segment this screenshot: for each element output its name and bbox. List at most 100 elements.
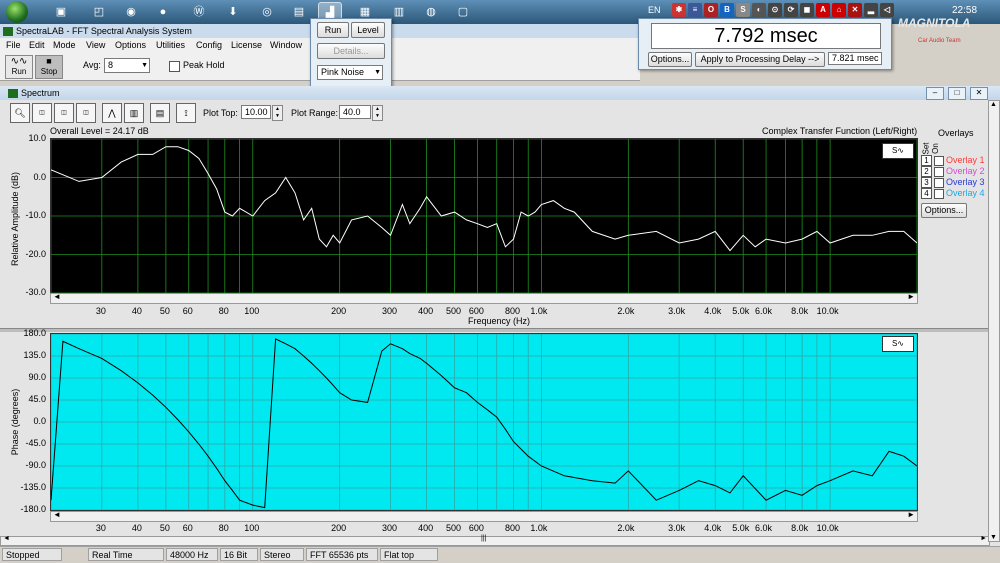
language-indicator[interactable]: EN [648,5,661,15]
menu-file[interactable]: File [6,38,21,52]
generator-panel: Run Level Details... Pink Noise ▼ [310,18,392,88]
scroll-left-icon[interactable]: ◄ [53,292,61,301]
menu-window[interactable]: Window [270,38,302,52]
chrome-icon[interactable]: ◉ [120,2,142,22]
volume-icon[interactable]: ◐ [752,3,766,17]
phase-trace-icon[interactable]: S∿ [882,336,914,352]
plot-range-input[interactable]: 40.0 [339,105,371,119]
menu-license[interactable]: License [231,38,262,52]
menu-view[interactable]: View [86,38,105,52]
scroll-up-icon[interactable]: ▲ [990,101,997,108]
apply-delay-button[interactable]: Apply to Processing Delay --> [695,52,825,67]
scroll-right-icon[interactable]: ► [907,510,915,519]
windows-icon[interactable]: ◰ [88,2,110,22]
start-button[interactable] [6,1,28,23]
zoom-icon[interactable]: 🔍︎ [10,103,30,123]
firefox-icon[interactable]: ◍ [420,2,442,22]
spectrum-window: Spectrum – □ ✕ 🔍︎ ◫ ◫ ◫ ⋀ ▥ ▤ ⟟ Plot Top… [0,86,1000,546]
peak-hold-checkbox[interactable] [169,61,180,72]
phase-plot[interactable] [50,333,918,511]
speaker-icon[interactable]: ◁ [880,3,894,17]
antivirus-icon[interactable]: ✱ [672,3,686,17]
media-icon[interactable]: ● [152,2,174,22]
scroll-left-icon[interactable]: ◄ [53,510,61,519]
network-tray-icon[interactable]: ▂ [864,3,878,17]
applied-delay-field[interactable]: 7.821 msec [828,52,882,65]
overlay-options-button[interactable]: Options... [921,203,967,218]
menu-utilities[interactable]: Utilities [156,38,185,52]
phase-xtick: 500 [446,523,462,533]
overlay-set-3[interactable]: 3 [921,177,932,188]
delay-options-button[interactable]: Options... [648,52,692,67]
acrobat-icon[interactable]: ⌂ [832,3,846,17]
error-icon[interactable]: ✕ [848,3,862,17]
menu-options[interactable]: Options [115,38,146,52]
plot-top-input[interactable]: 10.00 [241,105,271,119]
pane-divider[interactable] [0,328,1000,332]
scroll-thumb-icon[interactable]: ||| [481,535,486,542]
menu-edit[interactable]: Edit [29,38,45,52]
avg-label: Avg: [83,60,101,70]
zoom-out-icon[interactable]: ◫ [32,103,52,123]
bar-mode-icon[interactable]: ▥ [124,103,144,123]
zoom-in-icon[interactable]: ◫ [54,103,74,123]
plot-range-spinner[interactable]: ▲ ▼ [372,105,383,121]
save-icon[interactable]: ▣ [50,2,72,22]
bluetooth-icon[interactable]: B [720,3,734,17]
clock[interactable]: 22:58 [952,5,977,16]
overlay-on-checkbox[interactable] [934,156,944,166]
minimize-icon[interactable]: – [926,87,944,100]
amp-xtick: 4.0k [704,306,722,316]
amp-scrollbar[interactable]: ◄ ► [50,292,918,304]
terminal-icon[interactable]: ▤ [288,2,310,22]
overlay-label: Overlay 3 [946,177,985,187]
plot-top-spinner[interactable]: ▲ ▼ [272,105,283,121]
menu-config[interactable]: Config [196,38,222,52]
cursor-icon[interactable]: ⟟ [176,103,196,123]
line-mode-icon[interactable]: ⋀ [102,103,122,123]
scroll-left-icon[interactable]: ◄ [3,535,10,542]
amp-trace-icon[interactable]: S∿ [882,143,914,159]
ati-icon[interactable]: A [816,3,830,17]
close-icon[interactable]: ✕ [970,87,988,100]
phase-xtick: 30 [95,523,106,533]
overlay-on-checkbox[interactable] [934,189,944,199]
zoom-full-icon[interactable]: ◫ [76,103,96,123]
flag-icon[interactable]: ≡ [688,3,702,17]
amp-xtick: 80 [218,306,229,316]
opera-icon[interactable]: O [704,3,718,17]
scroll-down-icon[interactable]: ▼ [990,534,997,541]
download-icon[interactable]: ⬇ [222,2,244,22]
record-icon[interactable]: ◼ [800,3,814,17]
level-button[interactable]: Level [351,22,385,38]
scroll-right-icon[interactable]: ► [980,535,987,542]
overlay-on-checkbox[interactable] [934,167,944,177]
run-button[interactable]: Run [317,22,349,38]
stop-toolbar-button[interactable]: ■ Stop [35,55,63,79]
overlay-on-checkbox[interactable] [934,178,944,188]
details-button[interactable]: Details... [317,43,385,59]
scroll-right-icon[interactable]: ► [907,292,915,301]
overlay-set-2[interactable]: 2 [921,166,932,177]
player-icon[interactable]: ◎ [256,2,278,22]
phase-xtick: 10.0k [816,523,839,533]
overlay-set-1[interactable]: 1 [921,155,932,166]
avg-select[interactable]: 8 ▼ [104,58,150,73]
clock-icon[interactable]: ⊙ [768,3,782,17]
generator-select[interactable]: Pink Noise ▼ [317,65,383,80]
phase-xtick: 80 [218,523,229,533]
menu-mode[interactable]: Mode [53,38,76,52]
overlay-set-4[interactable]: 4 [921,188,932,199]
sync-icon[interactable]: ⟳ [784,3,798,17]
phase-scrollbar[interactable]: ◄ ► [50,510,918,522]
skype-icon[interactable]: S [736,3,750,17]
window-vscrollbar[interactable]: ▲ ▼ [988,100,1000,542]
window-hscrollbar[interactable]: ◄ ||| ► [0,535,990,546]
amplitude-plot[interactable] [50,138,918,294]
wordpress-icon[interactable]: Ⓦ [188,2,210,22]
run-toolbar-button[interactable]: ∿∿ Run [5,55,33,79]
table-icon[interactable]: ▤ [150,103,170,123]
explorer-icon[interactable]: ▢ [452,2,474,22]
phase-ytick: -135.0 [20,482,46,492]
maximize-icon[interactable]: □ [948,87,966,100]
